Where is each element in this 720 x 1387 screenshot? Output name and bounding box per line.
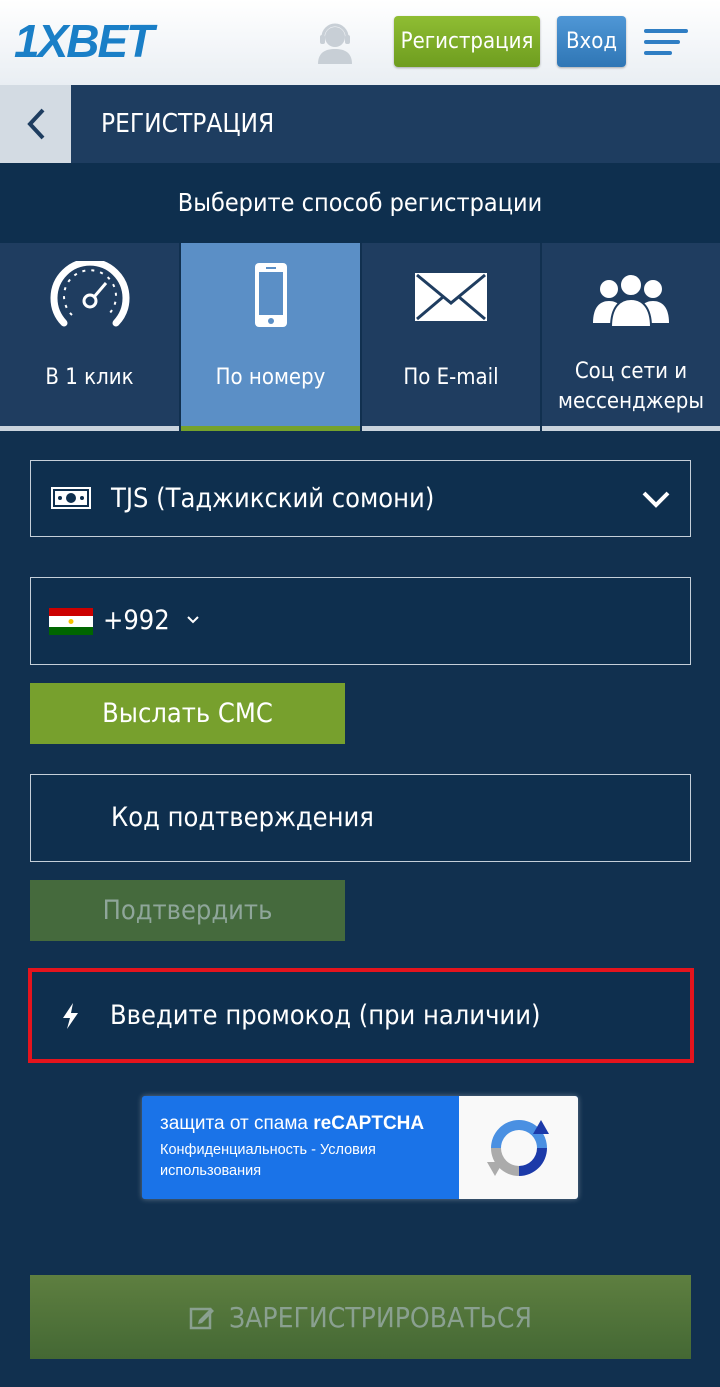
currency-select[interactable]: TJS (Таджикский сомони) — [30, 460, 691, 537]
money-bill-icon — [51, 487, 91, 509]
tab-by-phone[interactable]: По номеру — [181, 243, 360, 431]
page-title: РЕГИСТРАЦИЯ — [101, 109, 275, 139]
mobile-phone-icon — [254, 263, 287, 327]
tab-label: По E-mail — [403, 365, 499, 390]
support-agent-icon[interactable] — [312, 20, 358, 64]
menu-icon[interactable] — [644, 28, 690, 56]
confirmation-code-input[interactable]: Код подтверждения — [30, 774, 691, 862]
top-header: 1XBET Регистрация Вход — [0, 0, 720, 85]
recaptcha-links[interactable]: Конфиденциальность - Условия использован… — [160, 1140, 450, 1182]
tab-label: В 1 клик — [45, 365, 134, 390]
back-button[interactable] — [0, 85, 71, 163]
send-sms-button[interactable]: Выслать СМС — [30, 683, 345, 744]
tajikistan-flag-icon[interactable] — [49, 608, 93, 635]
tab-label-line2: мессенджеры — [558, 389, 704, 414]
tab-label: По номеру — [215, 365, 326, 390]
promo-code-input[interactable]: Введите промокод (при наличии) — [28, 968, 694, 1063]
phone-field[interactable]: +992 — [30, 577, 691, 665]
confirm-button[interactable]: Подтвердить — [30, 880, 345, 941]
tab-social-messengers[interactable]: Соц сети и мессенджеры — [542, 243, 720, 431]
registration-method-tabs: В 1 клик По номеру По E-mail Соц сети и … — [0, 243, 720, 431]
tab-label-line1: Соц сети и — [574, 359, 688, 384]
brand-logo[interactable]: 1XBET — [14, 14, 154, 68]
recaptcha-title: защита от спама reCAPTCHA — [160, 1113, 425, 1134]
register-submit-label: ЗАРЕГИСТРИРОВАТЬСЯ — [229, 1300, 532, 1334]
page-title-bar: РЕГИСТРАЦИЯ — [0, 85, 720, 163]
recaptcha-brand: reCAPTCHA — [313, 1113, 425, 1134]
register-submit-button[interactable]: ЗАРЕГИСТРИРОВАТЬСЯ — [30, 1275, 691, 1359]
confirmation-code-placeholder: Код подтверждения — [111, 802, 374, 833]
method-heading-bar: Выберите способ регистрации — [0, 163, 720, 243]
chevron-down-icon[interactable] — [641, 489, 671, 509]
users-group-icon — [593, 273, 669, 328]
tab-label: Соц сети и мессенджеры — [542, 357, 720, 417]
chevron-left-icon — [26, 108, 44, 140]
edit-icon — [189, 1307, 215, 1330]
chevron-down-icon[interactable] — [186, 615, 200, 625]
country-code[interactable]: +992 — [103, 578, 170, 664]
method-heading: Выберите способ регистрации — [177, 188, 543, 217]
tab-one-click[interactable]: В 1 клик — [0, 243, 179, 431]
promo-code-placeholder: Введите промокод (при наличии) — [110, 1000, 541, 1031]
recaptcha-badge[interactable]: защита от спама reCAPTCHA Конфиденциальн… — [142, 1096, 578, 1199]
login-button[interactable]: Вход — [557, 16, 626, 67]
lightning-icon — [63, 1003, 78, 1029]
recaptcha-logo-icon — [486, 1119, 549, 1176]
register-button[interactable]: Регистрация — [394, 16, 540, 67]
envelope-icon — [415, 273, 487, 321]
speedometer-icon — [50, 261, 129, 327]
tab-by-email[interactable]: По E-mail — [362, 243, 540, 431]
currency-value: TJS (Таджикский сомони) — [111, 483, 435, 514]
